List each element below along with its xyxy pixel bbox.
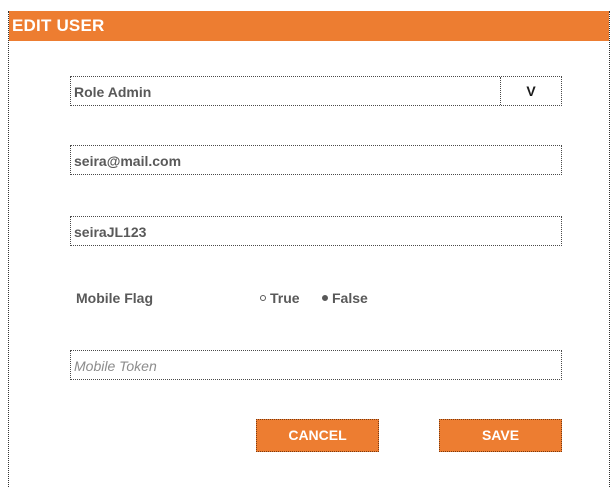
radio-checked-icon xyxy=(322,295,328,301)
mobile-token-field[interactable]: Mobile Token xyxy=(70,350,562,380)
cancel-button[interactable]: CANCEL xyxy=(256,419,379,452)
mobile-flag-label: Mobile Flag xyxy=(76,290,153,306)
email-field-value: seira@mail.com xyxy=(74,153,182,169)
radio-unchecked-icon xyxy=(260,295,266,301)
edit-user-dialog: EDIT USER Role Admin V seira@mail.com se… xyxy=(8,11,610,487)
mobile-flag-true-label: True xyxy=(270,290,300,306)
chevron-down-icon[interactable]: V xyxy=(500,77,561,105)
role-select[interactable]: Role Admin V xyxy=(70,76,562,106)
email-field[interactable]: seira@mail.com xyxy=(70,145,562,175)
dialog-title: EDIT USER xyxy=(12,16,105,35)
save-button[interactable]: SAVE xyxy=(439,419,562,452)
mobile-flag-false-label: False xyxy=(332,290,368,306)
mobile-flag-row: Mobile Flag True False xyxy=(76,290,556,310)
role-select-value: Role Admin xyxy=(74,84,152,100)
mobile-token-placeholder: Mobile Token xyxy=(74,358,157,374)
dialog-title-bar: EDIT USER xyxy=(9,11,609,41)
password-field[interactable]: seiraJL123 xyxy=(70,216,562,246)
password-field-value: seiraJL123 xyxy=(74,224,147,240)
